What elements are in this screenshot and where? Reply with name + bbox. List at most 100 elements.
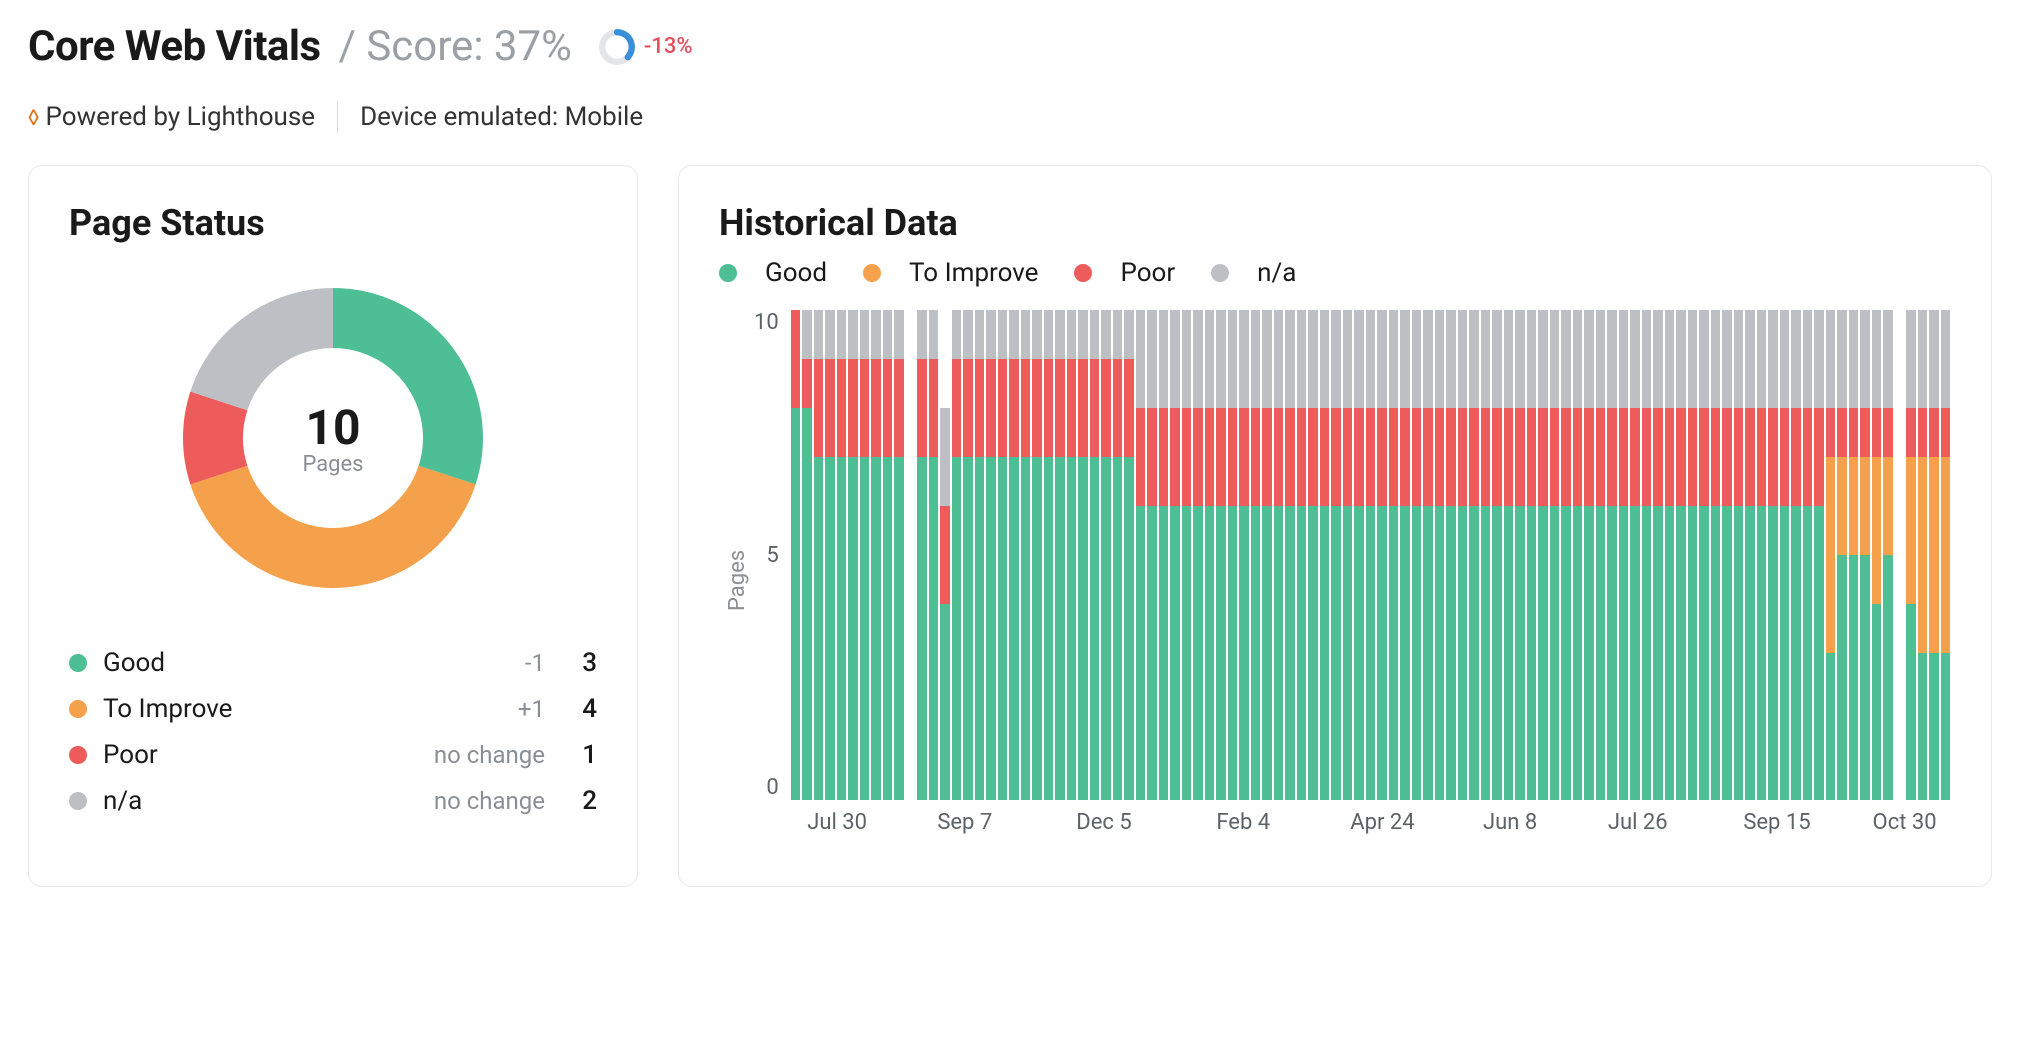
history-bar[interactable] [814, 310, 824, 800]
history-bar[interactable] [1377, 310, 1387, 800]
history-bar[interactable] [1285, 310, 1295, 800]
history-bar[interactable] [802, 310, 812, 800]
status-row-improve[interactable]: To Improve+14 [69, 686, 597, 732]
history-bar[interactable] [906, 310, 916, 800]
history-bar[interactable] [1860, 310, 1870, 800]
history-bar[interactable] [1354, 310, 1364, 800]
history-bar[interactable] [1400, 310, 1410, 800]
history-bar[interactable] [1607, 310, 1617, 800]
history-bar[interactable] [1113, 310, 1123, 800]
history-bar[interactable] [1136, 310, 1146, 800]
history-bar[interactable] [1630, 310, 1640, 800]
history-bar[interactable] [1653, 310, 1663, 800]
history-bar[interactable] [1538, 310, 1548, 800]
history-bar[interactable] [1665, 310, 1675, 800]
history-bar[interactable] [1021, 310, 1031, 800]
history-bar[interactable] [986, 310, 996, 800]
history-bar[interactable] [1550, 310, 1560, 800]
history-bar[interactable] [1205, 310, 1215, 800]
legend-na[interactable]: n/a [1211, 258, 1296, 288]
history-bar[interactable] [1872, 310, 1882, 800]
history-bar[interactable] [1389, 310, 1399, 800]
history-bar[interactable] [1573, 310, 1583, 800]
history-bar[interactable] [952, 310, 962, 800]
history-bar[interactable] [1228, 310, 1238, 800]
history-bar[interactable] [1435, 310, 1445, 800]
history-bar[interactable] [1504, 310, 1514, 800]
status-row-good[interactable]: Good-13 [69, 640, 597, 686]
history-bar[interactable] [1055, 310, 1065, 800]
history-bar[interactable] [1308, 310, 1318, 800]
history-bar[interactable] [917, 310, 927, 800]
history-bar[interactable] [1078, 310, 1088, 800]
history-bar[interactable] [1676, 310, 1686, 800]
history-bar[interactable] [1032, 310, 1042, 800]
history-bar[interactable] [1239, 310, 1249, 800]
history-bar[interactable] [929, 310, 939, 800]
history-bar[interactable] [1366, 310, 1376, 800]
history-bar[interactable] [1297, 310, 1307, 800]
history-bar[interactable] [1814, 310, 1824, 800]
history-bar[interactable] [963, 310, 973, 800]
history-bar[interactable] [1193, 310, 1203, 800]
history-bar[interactable] [825, 310, 835, 800]
history-bar[interactable] [1826, 310, 1836, 800]
history-bar[interactable] [1423, 310, 1433, 800]
history-bar[interactable] [1895, 310, 1905, 800]
history-bar[interactable] [1274, 310, 1284, 800]
history-bar[interactable] [1044, 310, 1054, 800]
history-bar[interactable] [1101, 310, 1111, 800]
history-bar[interactable] [1791, 310, 1801, 800]
history-bar[interactable] [1527, 310, 1537, 800]
history-bar[interactable] [894, 310, 904, 800]
history-bar[interactable] [871, 310, 881, 800]
history-bar[interactable] [998, 310, 1008, 800]
history-bar[interactable] [1941, 310, 1951, 800]
history-bar[interactable] [1446, 310, 1456, 800]
legend-improve[interactable]: To Improve [863, 258, 1038, 288]
history-bar[interactable] [1768, 310, 1778, 800]
history-bar[interactable] [1642, 310, 1652, 800]
history-bar[interactable] [1124, 310, 1134, 800]
history-bar[interactable] [1849, 310, 1859, 800]
history-bar[interactable] [860, 310, 870, 800]
history-bar[interactable] [1216, 310, 1226, 800]
history-bar[interactable] [1780, 310, 1790, 800]
history-bar[interactable] [1067, 310, 1077, 800]
history-bar[interactable] [848, 310, 858, 800]
history-bar[interactable] [1320, 310, 1330, 800]
history-bar[interactable] [1906, 310, 1916, 800]
status-row-na[interactable]: n/ano change2 [69, 778, 597, 824]
history-bar[interactable] [1688, 310, 1698, 800]
history-bar[interactable] [1481, 310, 1491, 800]
history-bar[interactable] [1883, 310, 1893, 800]
history-bar[interactable] [1090, 310, 1100, 800]
history-bar[interactable] [1619, 310, 1629, 800]
history-bar[interactable] [940, 310, 950, 800]
history-bar[interactable] [1515, 310, 1525, 800]
history-bar[interactable] [975, 310, 985, 800]
status-row-poor[interactable]: Poorno change1 [69, 732, 597, 778]
history-bar[interactable] [1251, 310, 1261, 800]
history-bar[interactable] [1584, 310, 1594, 800]
history-bar[interactable] [1929, 310, 1939, 800]
history-bar[interactable] [1147, 310, 1157, 800]
history-bar[interactable] [1412, 310, 1422, 800]
history-bar[interactable] [837, 310, 847, 800]
history-bar[interactable] [1745, 310, 1755, 800]
history-bar[interactable] [1009, 310, 1019, 800]
legend-good[interactable]: Good [719, 258, 827, 288]
history-bar[interactable] [1699, 310, 1709, 800]
history-bar[interactable] [1159, 310, 1169, 800]
history-bar[interactable] [883, 310, 893, 800]
legend-poor[interactable]: Poor [1074, 258, 1175, 288]
history-bar[interactable] [1596, 310, 1606, 800]
history-bar[interactable] [1918, 310, 1928, 800]
history-bar[interactable] [1458, 310, 1468, 800]
history-bar[interactable] [1331, 310, 1341, 800]
history-bar[interactable] [1561, 310, 1571, 800]
history-bar[interactable] [1182, 310, 1192, 800]
history-bar[interactable] [791, 310, 801, 800]
history-bar[interactable] [1170, 310, 1180, 800]
history-bar[interactable] [1757, 310, 1767, 800]
